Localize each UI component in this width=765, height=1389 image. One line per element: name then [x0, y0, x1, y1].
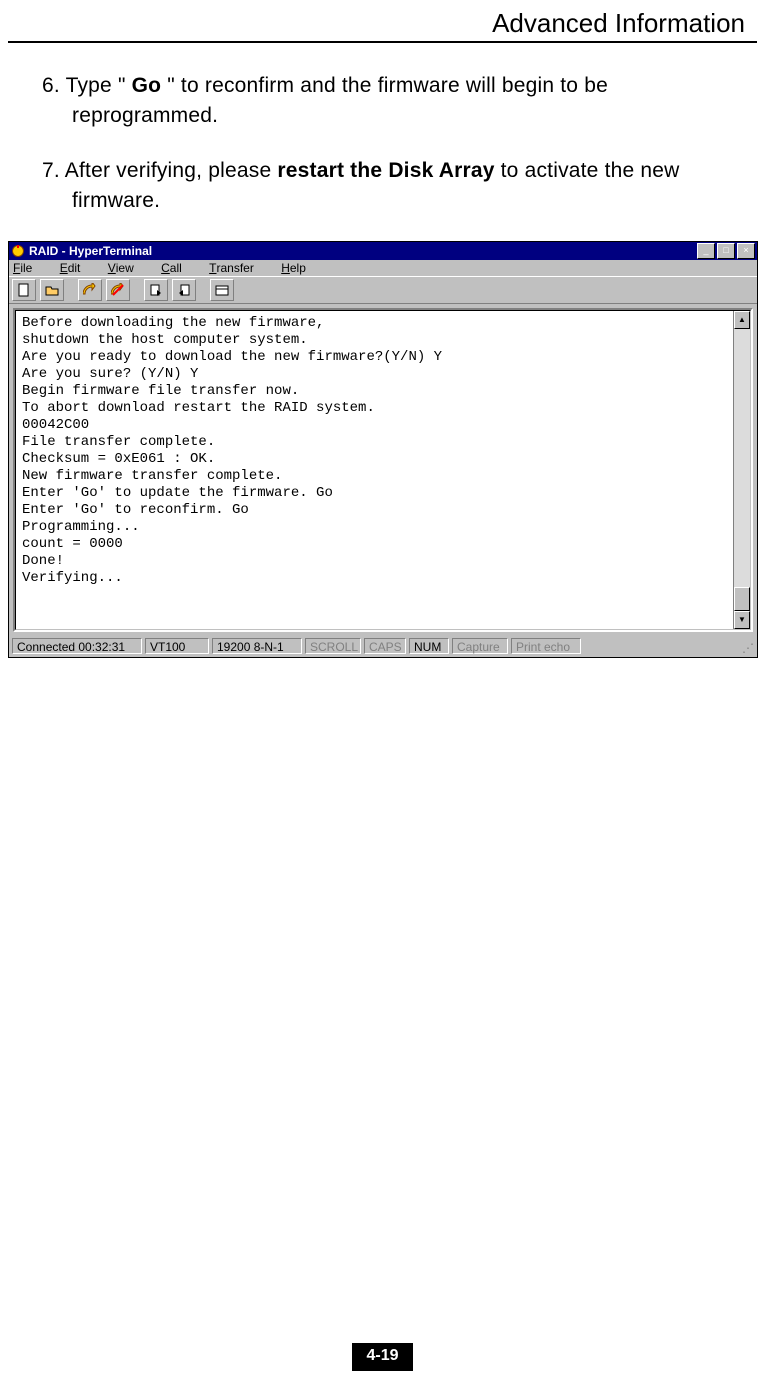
step7-pre: After verifying, please — [65, 159, 278, 182]
toolbar-connect-icon[interactable] — [78, 279, 102, 301]
menu-file[interactable]: File — [13, 261, 44, 275]
app-icon — [11, 244, 25, 258]
step7-num: 7. — [42, 159, 65, 182]
page-number-label: 4-19 — [352, 1343, 412, 1371]
close-button[interactable]: × — [737, 243, 755, 259]
terminal-output[interactable]: Before downloading the new firmware, shu… — [16, 311, 733, 629]
status-connected: Connected 00:32:31 — [12, 638, 142, 654]
toolbar — [9, 276, 757, 304]
toolbar-new-icon[interactable] — [12, 279, 36, 301]
terminal-area: Before downloading the new firmware, shu… — [9, 304, 757, 636]
minimize-button[interactable]: _ — [697, 243, 715, 259]
statusbar: Connected 00:32:31 VT100 19200 8-N-1 SCR… — [9, 636, 757, 657]
maximize-button[interactable]: □ — [717, 243, 735, 259]
menu-call[interactable]: Call — [161, 261, 194, 275]
status-num: NUM — [409, 638, 449, 654]
status-caps: CAPS — [364, 638, 406, 654]
section-title: Advanced Information — [492, 8, 745, 38]
menu-help[interactable]: Help — [281, 261, 318, 275]
toolbar-properties-icon[interactable] — [210, 279, 234, 301]
scrollbar[interactable]: ▲ ▼ — [733, 311, 750, 629]
status-spacer — [584, 638, 737, 654]
step6-num: 6. — [42, 74, 66, 97]
instruction-text: 6. Type " Go " to reconfirm and the firm… — [0, 43, 765, 217]
toolbar-open-icon[interactable] — [40, 279, 64, 301]
hyperterminal-screenshot: RAID - HyperTerminal _ □ × File Edit Vie… — [8, 241, 757, 658]
menu-view[interactable]: View — [108, 261, 146, 275]
step-6: 6. Type " Go " to reconfirm and the firm… — [42, 71, 723, 132]
menu-transfer[interactable]: Transfer — [209, 261, 266, 275]
status-emulation: VT100 — [145, 638, 209, 654]
step-7: 7. After verifying, please restart the D… — [42, 156, 723, 217]
scroll-track[interactable] — [734, 329, 750, 611]
scroll-up-icon[interactable]: ▲ — [734, 311, 750, 329]
page-header: Advanced Information — [8, 0, 757, 43]
toolbar-send-icon[interactable] — [144, 279, 168, 301]
status-params: 19200 8-N-1 — [212, 638, 302, 654]
menu-edit[interactable]: Edit — [60, 261, 93, 275]
step6-pre: Type " — [66, 74, 132, 97]
toolbar-disconnect-icon[interactable] — [106, 279, 130, 301]
status-scroll: SCROLL — [305, 638, 361, 654]
window-title: RAID - HyperTerminal — [29, 244, 152, 258]
scroll-thumb[interactable] — [734, 587, 750, 611]
toolbar-receive-icon[interactable] — [172, 279, 196, 301]
page-number: 4-19 — [0, 1342, 765, 1371]
menubar: File Edit View Call Transfer Help — [9, 260, 757, 276]
status-capture: Capture — [452, 638, 508, 654]
status-printecho: Print echo — [511, 638, 581, 654]
titlebar[interactable]: RAID - HyperTerminal _ □ × — [9, 242, 757, 260]
step7-bold: restart the Disk Array — [277, 159, 494, 182]
step6-go: Go — [132, 74, 162, 97]
resize-grip-icon[interactable]: ⋰ — [740, 642, 754, 654]
window: RAID - HyperTerminal _ □ × File Edit Vie… — [8, 241, 758, 658]
scroll-down-icon[interactable]: ▼ — [734, 611, 750, 629]
